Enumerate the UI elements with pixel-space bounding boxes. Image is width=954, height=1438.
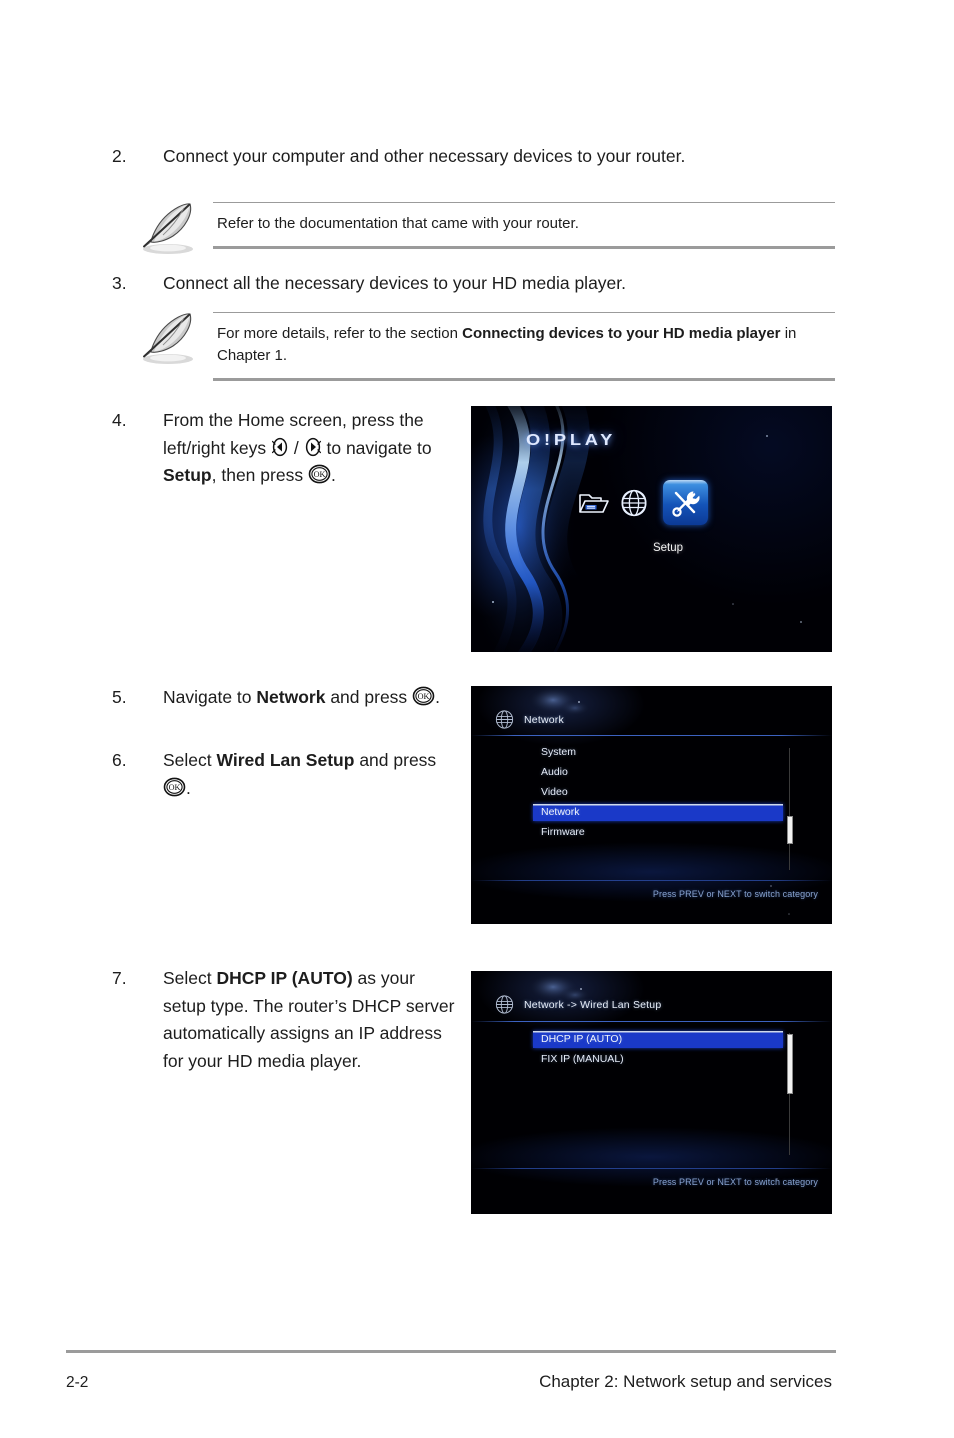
page-number: 2-2 bbox=[66, 1374, 89, 1391]
step-7: 7. Select DHCP IP (AUTO) as your setup t… bbox=[112, 965, 462, 1075]
step-5-bold: Network bbox=[256, 687, 326, 707]
wired-lan-header: Network -> Wired Lan Setup bbox=[493, 993, 661, 1016]
screenshot-network-menu: Network System Audio Video Network Firmw… bbox=[471, 686, 832, 924]
wired-lan-title: Network -> Wired Lan Setup bbox=[524, 998, 662, 1011]
step-6-press: press bbox=[393, 750, 437, 770]
globe-icon[interactable] bbox=[617, 486, 651, 520]
step-7-bold: DHCP IP (AUTO) bbox=[216, 968, 353, 988]
ok-key-icon: OK bbox=[163, 777, 186, 797]
svg-text:OK: OK bbox=[169, 783, 181, 792]
network-menu-header: Network bbox=[493, 708, 564, 731]
footer-divider-rule bbox=[66, 1350, 836, 1353]
network-menu-title: Network bbox=[524, 713, 564, 726]
menu-item-audio[interactable]: Audio bbox=[533, 764, 783, 781]
svg-text:OK: OK bbox=[418, 692, 430, 701]
note-2-box: For more details, refer to the section C… bbox=[213, 312, 835, 381]
step-7-pre: Select bbox=[163, 968, 212, 988]
header-divider bbox=[471, 1021, 832, 1022]
scrollbar-thumb[interactable] bbox=[787, 1034, 793, 1094]
step-6-bold: Wired Lan Setup bbox=[216, 750, 355, 770]
chapter-title: Chapter 2: Network setup and services bbox=[539, 1372, 832, 1391]
step-6-pre: Select bbox=[163, 750, 212, 770]
step-4-setup-bold: Setup bbox=[163, 465, 212, 485]
menu-item-firmware[interactable]: Firmware bbox=[533, 824, 783, 841]
note-2-pre: For more details, refer to the section bbox=[217, 325, 463, 342]
screenshot-wired-lan-setup: Network -> Wired Lan Setup DHCP IP (AUTO… bbox=[471, 971, 832, 1214]
step-6-text: Select Wired Lan Setup and press OK . bbox=[163, 747, 462, 802]
step-4-line3-tail: , then press bbox=[211, 465, 304, 485]
left-arrow-key-icon bbox=[271, 437, 289, 457]
network-menu-list: System Audio Video Network Firmware bbox=[533, 744, 783, 844]
scrollbar-track[interactable] bbox=[789, 748, 790, 870]
folder-icon[interactable] bbox=[577, 486, 611, 520]
step-3-number: 3. bbox=[112, 273, 127, 293]
note-pencil-icon bbox=[135, 196, 201, 258]
oplay-logo: O!PLAY bbox=[526, 432, 617, 449]
step-4-line2b: to navigate to bbox=[326, 437, 432, 458]
menu-item-fix-ip-manual[interactable]: FIX IP (MANUAL) bbox=[533, 1051, 783, 1068]
note-1-text: Refer to the documentation that came wit… bbox=[217, 215, 579, 232]
menu-hint-text: Press PREV or NEXT to switch category bbox=[652, 889, 818, 899]
svg-text:OK: OK bbox=[314, 470, 326, 479]
header-divider bbox=[471, 735, 832, 736]
step-5-end: . bbox=[435, 687, 440, 707]
step-5-number: 5. bbox=[112, 687, 127, 707]
note-2-text: For more details, refer to the section C… bbox=[213, 313, 835, 378]
home-icon-row bbox=[577, 480, 708, 525]
step-4: 4. From the Home screen, press the left/… bbox=[112, 407, 462, 490]
menu-item-network[interactable]: Network bbox=[533, 804, 783, 821]
step-6-end: . bbox=[186, 777, 191, 798]
menu-item-system[interactable]: System bbox=[533, 744, 783, 761]
step-2-number: 2. bbox=[112, 146, 127, 166]
ok-key-icon: OK bbox=[412, 686, 435, 706]
globe-icon bbox=[493, 993, 516, 1016]
ok-key-icon: OK bbox=[308, 464, 331, 484]
menu-item-dhcp-ip-auto[interactable]: DHCP IP (AUTO) bbox=[533, 1031, 783, 1048]
setup-label: Setup bbox=[652, 542, 684, 554]
scrollbar-thumb[interactable] bbox=[787, 816, 793, 844]
step-4-number: 4. bbox=[112, 410, 127, 430]
step-4-line2a: left/right keys bbox=[163, 437, 267, 458]
note-1-box: Refer to the documentation that came wit… bbox=[213, 202, 835, 249]
step-3-text: Connect all the necessary devices to you… bbox=[163, 273, 627, 293]
step-2: 2. Connect your computer and other neces… bbox=[112, 143, 852, 171]
step-4-key-separator: / bbox=[293, 437, 299, 458]
footer-divider bbox=[471, 1168, 832, 1169]
step-4-text: From the Home screen, press the left/rig… bbox=[163, 407, 462, 490]
step-4-line1: From the Home screen, press the bbox=[163, 410, 424, 430]
step-6-number: 6. bbox=[112, 750, 127, 770]
step-2-text: Connect your computer and other necessar… bbox=[163, 146, 686, 166]
note-2-bold: Connecting devices to your HD media play… bbox=[462, 325, 781, 342]
step-7-number: 7. bbox=[112, 968, 127, 988]
step-7-text: Select DHCP IP (AUTO) as your setup type… bbox=[163, 965, 462, 1075]
wired-lan-list: DHCP IP (AUTO) FIX IP (MANUAL) bbox=[533, 1031, 783, 1071]
right-arrow-key-icon bbox=[304, 437, 322, 457]
menu-hint-text: Press PREV or NEXT to switch category bbox=[652, 1177, 818, 1187]
setup-tools-icon[interactable] bbox=[663, 480, 708, 525]
step-5-text: Navigate to Network and press OK . bbox=[163, 684, 440, 712]
step-5: 5. Navigate to Network and press OK . bbox=[112, 684, 462, 712]
step-5-pre: Navigate to bbox=[163, 687, 252, 707]
globe-icon bbox=[493, 708, 516, 731]
step-6: 6. Select Wired Lan Setup and press OK . bbox=[112, 747, 462, 802]
step-4-line3-end: . bbox=[330, 465, 336, 485]
step-6-post: and bbox=[359, 750, 389, 770]
step-5-post: and press bbox=[330, 687, 408, 707]
note-pencil-icon bbox=[135, 306, 201, 368]
footer-divider bbox=[471, 880, 832, 881]
manual-page: 2. Connect your computer and other neces… bbox=[0, 0, 954, 1438]
step-3: 3. Connect all the necessary devices to … bbox=[112, 270, 852, 298]
menu-item-video[interactable]: Video bbox=[533, 784, 783, 801]
screenshot-home-screen: O!PLAY Setup bbox=[471, 406, 832, 652]
